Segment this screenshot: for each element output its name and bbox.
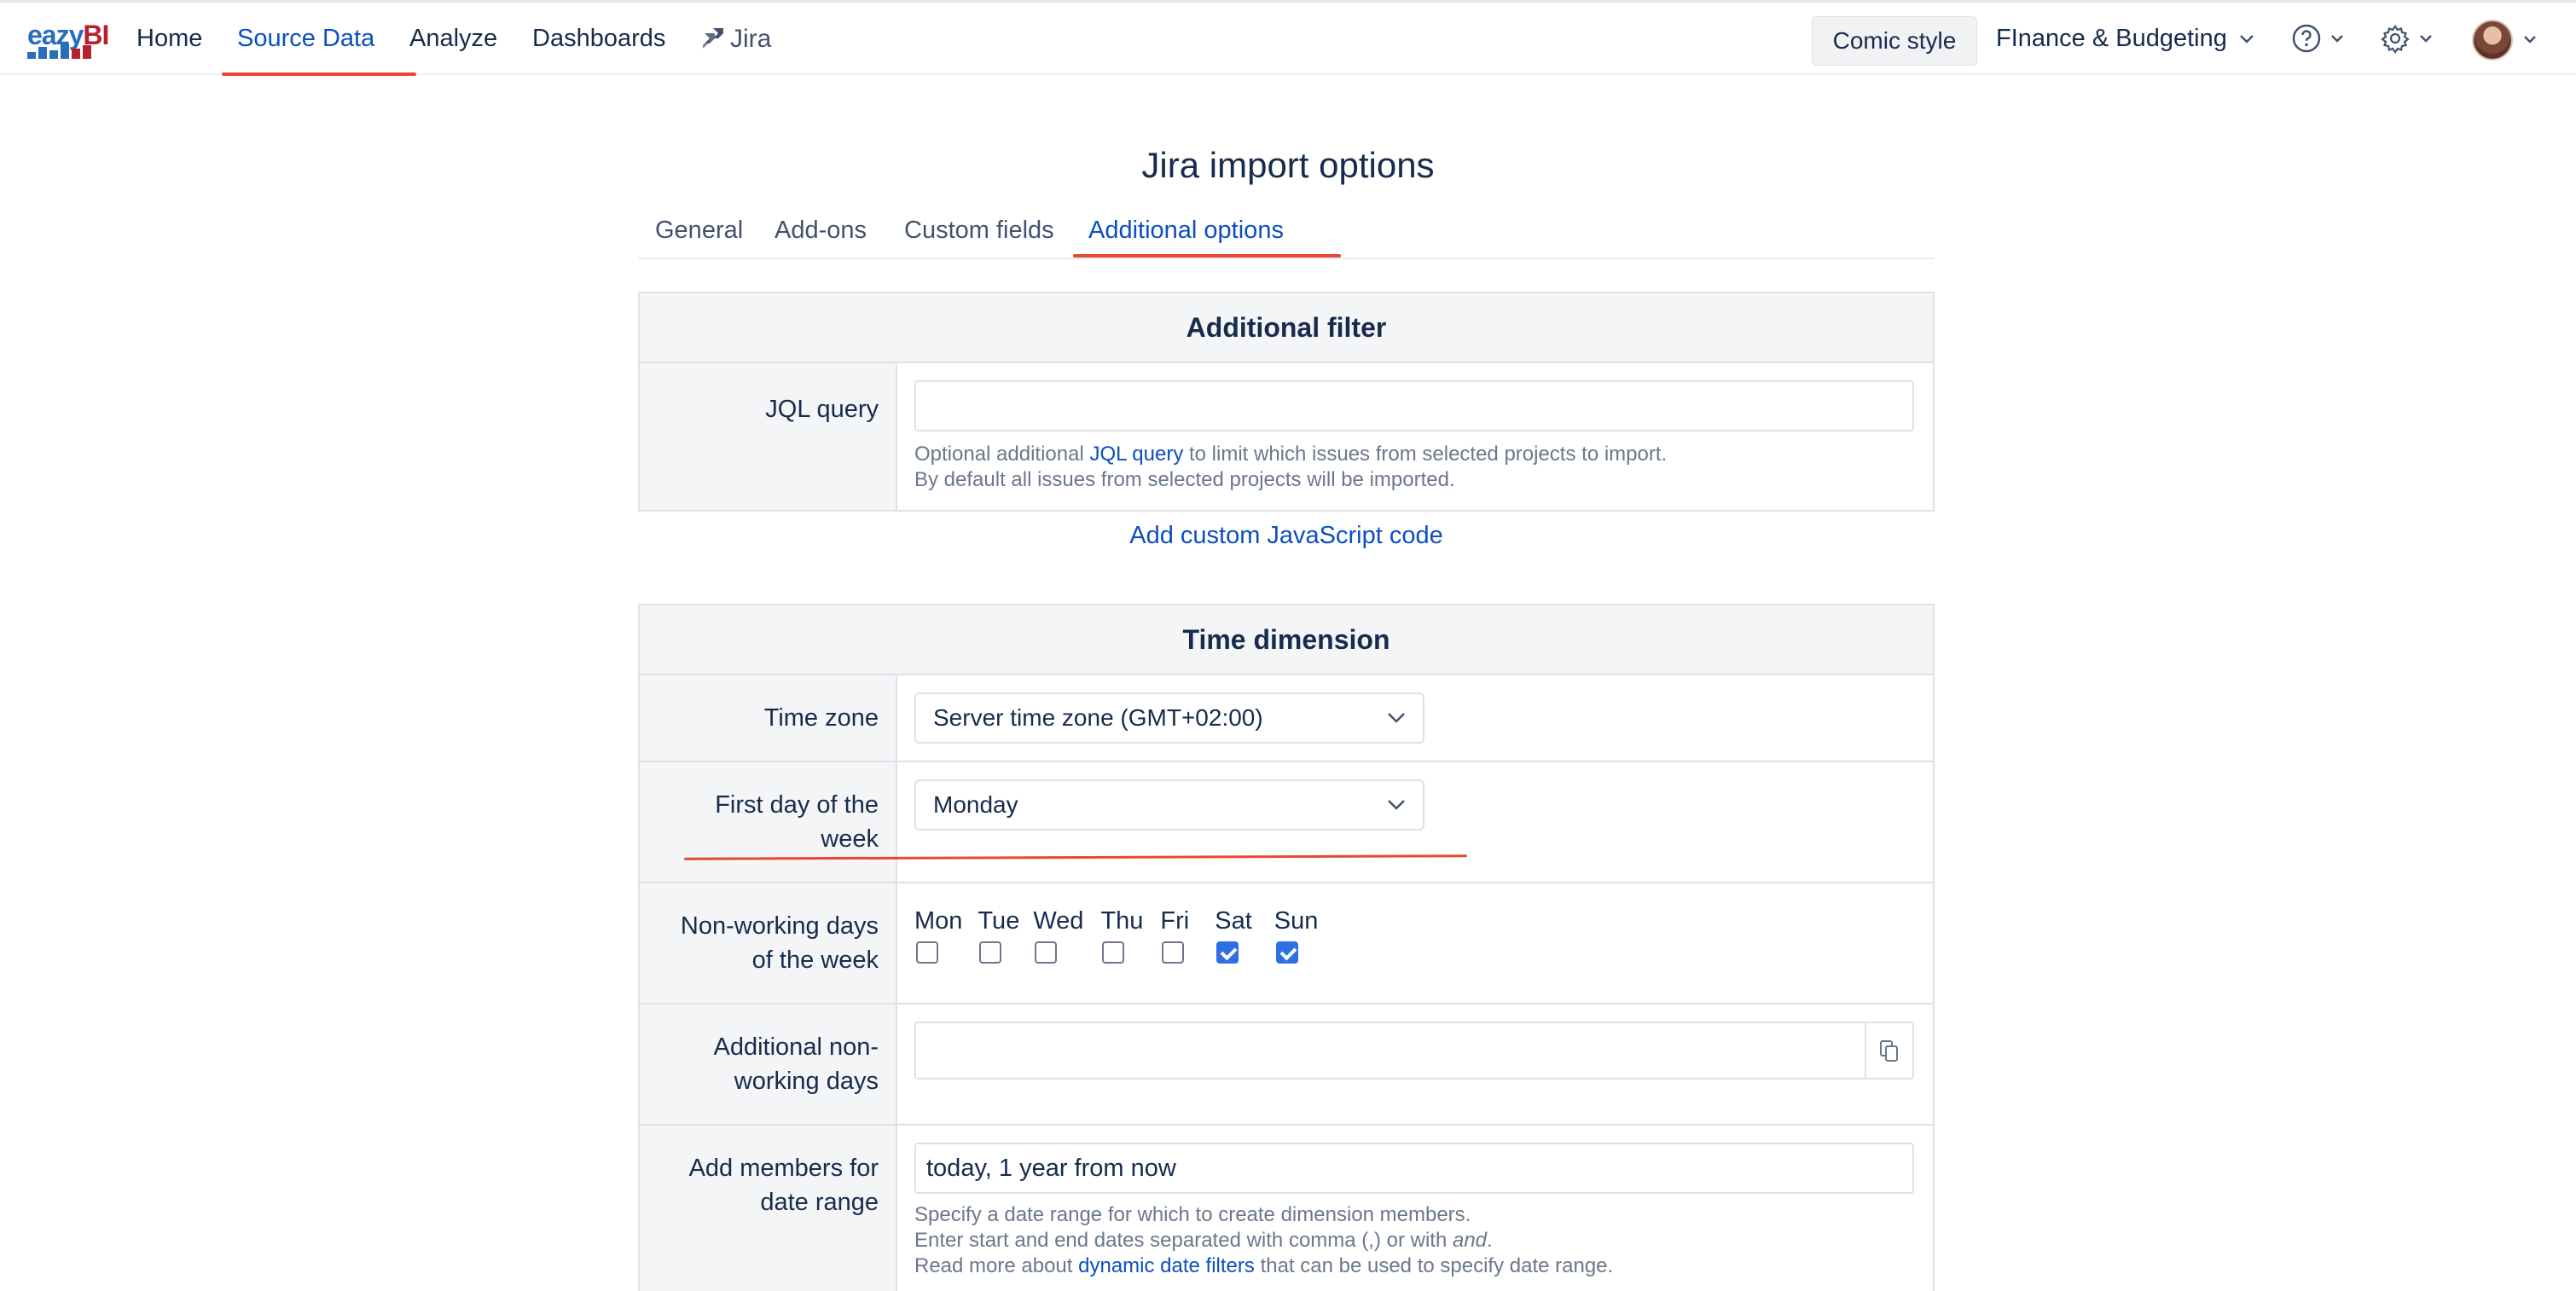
top-navigation: eazyBI Home Source Data Analyze Dashboar… <box>0 0 2576 76</box>
logo-bars-icon <box>27 43 91 59</box>
eazybi-logo[interactable]: eazyBI <box>27 18 109 61</box>
comic-style-button[interactable]: Comic style <box>1812 16 1977 66</box>
nonworking-days-row: Non-working days of the week Mon Tue Wed… <box>640 883 1933 1004</box>
nav-analyze[interactable]: Analyze <box>409 25 497 53</box>
time-zone-row: Time zone Server time zone (GMT+02:00) <box>640 675 1933 762</box>
date-range-input[interactable]: today, 1 year from now <box>914 1143 1914 1194</box>
date-range-row: Add members for date range today, 1 year… <box>640 1126 1933 1291</box>
day-mon: Mon <box>914 904 962 964</box>
additional-filter-panel: Additional filter JQL query Optional add… <box>638 292 1935 512</box>
checkbox-sun[interactable] <box>1275 941 1298 964</box>
tab-general[interactable]: General <box>655 217 743 245</box>
jql-query-input[interactable] <box>914 380 1914 431</box>
add-custom-javascript-link[interactable]: Add custom JavaScript code <box>638 522 1935 550</box>
account-selector[interactable]: FInance & Budgeting <box>1996 25 2254 53</box>
gear-icon <box>2381 25 2410 54</box>
day-sun: Sun <box>1274 904 1318 964</box>
weekday-checkboxes: Mon Tue Wed Thu Fri Sat Sun <box>914 904 1916 964</box>
time-zone-select[interactable]: Server time zone (GMT+02:00) <box>914 692 1424 744</box>
day-sat: Sat <box>1215 904 1252 964</box>
checkbox-sat[interactable] <box>1216 941 1239 964</box>
copy-icon <box>1880 1040 1898 1062</box>
day-tue: Tue <box>978 904 1019 964</box>
dynamic-date-filters-link[interactable]: dynamic date filters <box>1078 1254 1255 1277</box>
chevron-down-icon <box>2239 34 2254 43</box>
first-day-select[interactable]: Monday <box>914 779 1424 831</box>
jql-query-row: JQL query Optional additional JQL query … <box>640 363 1933 510</box>
active-tab-indicator <box>1073 254 1341 258</box>
help-icon <box>2292 24 2321 53</box>
date-range-help: Specify a date range for which to create… <box>914 1203 1614 1277</box>
checkbox-tue[interactable] <box>979 941 1002 964</box>
options-tabs: General Add-ons Custom fields Additional… <box>638 217 1935 259</box>
date-range-label: Add members for date range <box>640 1126 897 1291</box>
page-title: Jira import options <box>1141 145 1435 185</box>
settings-menu[interactable] <box>2380 23 2433 54</box>
time-zone-label: Time zone <box>640 675 897 761</box>
day-thu: Thu <box>1100 904 1143 964</box>
additional-nonworking-input[interactable] <box>916 1023 1865 1078</box>
day-wed: Wed <box>1033 904 1083 964</box>
jira-icon <box>703 28 723 49</box>
time-dimension-heading: Time dimension <box>640 605 1933 675</box>
jql-query-link[interactable]: JQL query <box>1089 443 1183 466</box>
nonworking-days-label: Non-working days of the week <box>640 883 897 1003</box>
first-day-label: First day of the week <box>640 762 897 882</box>
chevron-down-icon <box>2331 35 2343 43</box>
additional-nonworking-row: Additional non-working days <box>640 1004 1933 1126</box>
first-day-row: First day of the week Monday <box>640 762 1933 883</box>
day-fri: Fri <box>1160 904 1189 964</box>
time-dimension-panel: Time dimension Time zone Server time zon… <box>638 604 1935 1291</box>
active-nav-indicator <box>222 72 416 76</box>
jql-query-label: JQL query <box>640 363 897 510</box>
copy-button[interactable] <box>1865 1023 1912 1078</box>
nav-home[interactable]: Home <box>136 25 202 53</box>
tab-add-ons[interactable]: Add-ons <box>775 217 867 245</box>
additional-nonworking-label: Additional non-working days <box>640 1004 897 1124</box>
additional-nonworking-group <box>914 1022 1914 1080</box>
chevron-down-icon[interactable] <box>2523 35 2537 43</box>
checkbox-mon[interactable] <box>916 941 938 964</box>
nav-source-data[interactable]: Source Data <box>237 25 374 53</box>
tab-additional-options[interactable]: Additional options <box>1088 217 1284 245</box>
checkbox-fri[interactable] <box>1162 941 1185 964</box>
nav-dashboards[interactable]: Dashboards <box>532 25 665 53</box>
checkbox-thu[interactable] <box>1102 941 1125 964</box>
tab-custom-fields[interactable]: Custom fields <box>904 217 1054 245</box>
additional-filter-heading: Additional filter <box>640 293 1933 363</box>
avatar[interactable] <box>2472 20 2513 61</box>
chevron-down-icon <box>1388 713 1405 723</box>
chevron-down-icon <box>1388 800 1405 810</box>
jql-help-text: Optional additional JQL query to limit w… <box>914 443 1668 491</box>
chevron-down-icon <box>2420 35 2432 43</box>
help-menu[interactable] <box>2291 23 2344 54</box>
checkbox-wed[interactable] <box>1035 941 1058 964</box>
nav-jira[interactable]: Jira <box>701 25 771 54</box>
